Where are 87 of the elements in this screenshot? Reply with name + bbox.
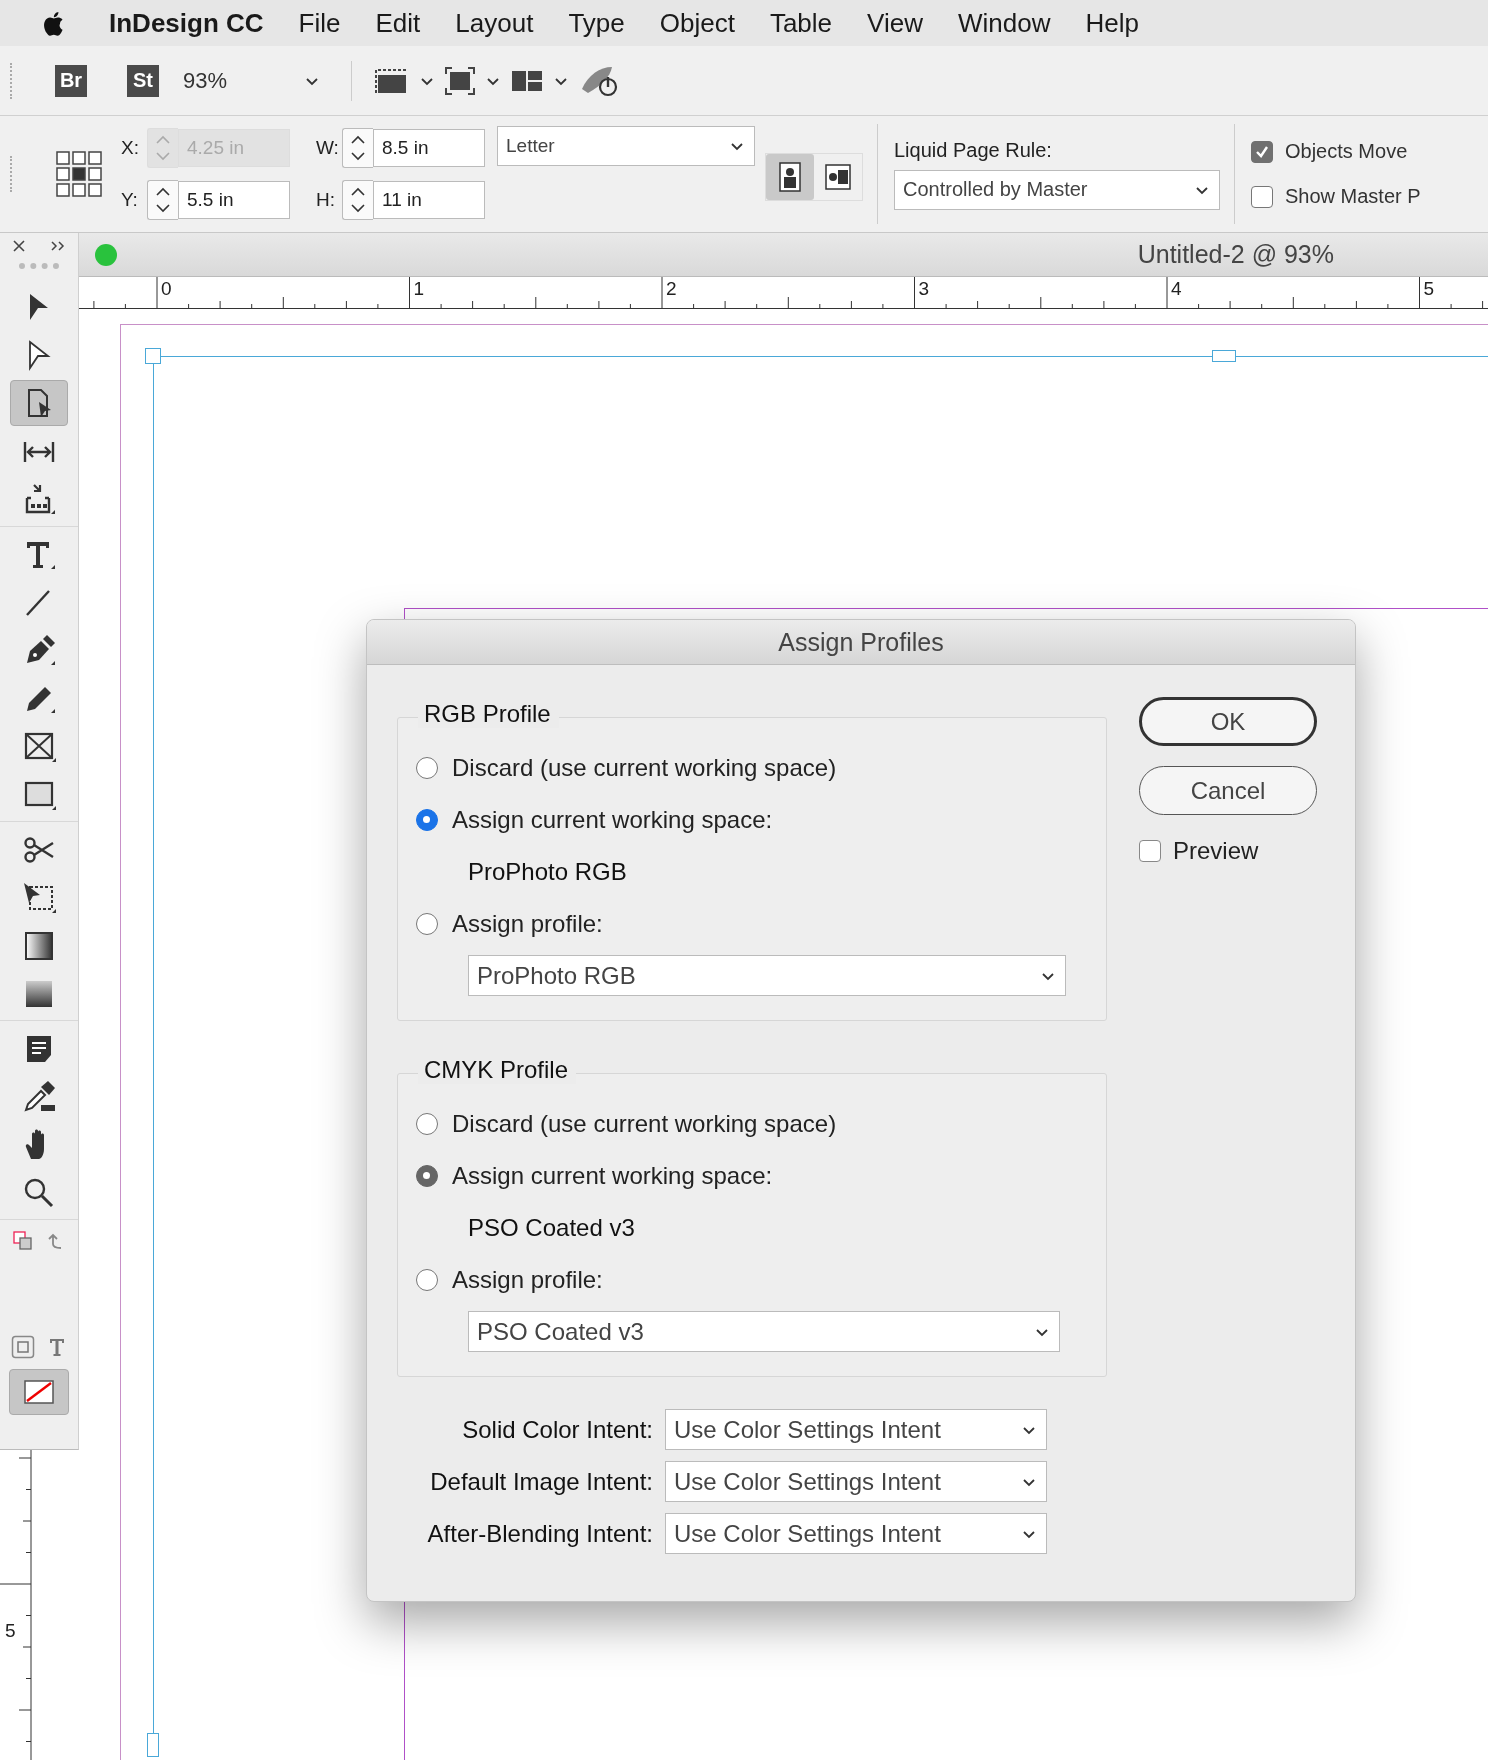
working-space-name: PSO Coated v3 [467, 1213, 636, 1243]
radio-label: Discard (use current working space) [452, 754, 837, 782]
caret-icon [486, 75, 500, 86]
ok-button[interactable]: OK [1139, 697, 1317, 746]
field-label: Y: [121, 189, 139, 211]
menu-item[interactable]: Window [957, 7, 1051, 39]
selection-handle[interactable] [145, 348, 161, 364]
bridge-button[interactable]: Br [55, 64, 87, 97]
menu-item[interactable]: Edit [375, 7, 421, 39]
ruler-number: 0 [161, 278, 172, 300]
close-icon[interactable] [12, 239, 26, 253]
checkbox-label: Show Master P [1285, 185, 1421, 208]
checkbox[interactable] [1251, 185, 1273, 208]
field-label: W: [316, 137, 340, 159]
radio-label: Assign current working space: [452, 1162, 773, 1190]
ruler-number: 5 [5, 1620, 16, 1642]
ruler-number: 5 [1423, 278, 1435, 300]
ruler-number: 2 [666, 278, 677, 300]
caret-icon [1022, 1528, 1036, 1539]
menu-item[interactable]: Layout [455, 7, 534, 39]
radio-button[interactable] [416, 757, 438, 779]
caret-icon [730, 141, 744, 151]
radio-label: Assign current working space: [452, 806, 773, 834]
zoom-dropdown[interactable]: 93% [183, 67, 319, 94]
free-transform-icon[interactable] [21, 880, 57, 914]
caret-icon [1022, 1476, 1036, 1487]
app-menu[interactable]: InDesign CC [109, 7, 264, 39]
input-field[interactable]: 11 in [373, 181, 485, 219]
text-format-icon[interactable] [47, 1336, 67, 1358]
reference-point-icon[interactable] [55, 150, 103, 198]
intent-label: Default Image Intent: [429, 1467, 653, 1496]
radio-label: Assign profile: [452, 910, 603, 938]
default-colors-icon[interactable] [13, 1231, 33, 1251]
radio-button[interactable] [416, 1269, 438, 1291]
intent-label: Solid Color Intent: [461, 1415, 653, 1444]
radio-button[interactable] [416, 1165, 438, 1187]
caret-icon [1195, 184, 1209, 195]
input-field[interactable]: 8.5 in [373, 129, 485, 167]
ruler-number: 1 [413, 278, 425, 300]
radio-button[interactable] [416, 913, 438, 935]
radio-label: Discard (use current working space) [452, 1110, 837, 1138]
expand-icon[interactable] [50, 240, 66, 252]
intent-dropdown[interactable]: Use Color Settings Intent [665, 1409, 1047, 1450]
menu-item[interactable]: Object [659, 7, 735, 39]
caret-icon [420, 75, 434, 86]
checkbox-label: Objects Move [1285, 140, 1408, 163]
liquid-page-rule-label: Liquid Page Rule: [894, 138, 1053, 162]
dialog-title: Assign Profiles [778, 627, 944, 657]
menu-item[interactable]: File [298, 7, 341, 39]
working-space-name: ProPhoto RGB [467, 857, 628, 887]
menu-item[interactable]: Type [568, 7, 625, 39]
cancel-button[interactable]: Cancel [1139, 766, 1317, 815]
input-field[interactable]: 5.5 in [178, 181, 290, 219]
radio-button[interactable] [416, 809, 438, 831]
screen-mode-icon[interactable] [444, 65, 476, 96]
field-label: X: [121, 137, 140, 159]
selection-handle[interactable] [147, 1733, 159, 1757]
caret-icon [1041, 970, 1055, 981]
profile-dropdown[interactable]: ProPhoto RGB [468, 955, 1066, 996]
profile-dropdown[interactable]: PSO Coated v3 [468, 1311, 1060, 1352]
ruler-number: 3 [918, 278, 930, 300]
field-label: H: [316, 189, 336, 211]
caret-icon [305, 75, 319, 86]
menu-item[interactable]: Table [769, 7, 833, 39]
radio-button[interactable] [416, 1113, 438, 1135]
liquid-page-rule-dropdown[interactable]: Controlled by Master [894, 169, 1220, 210]
caret-icon [554, 75, 568, 86]
checkbox[interactable] [1251, 140, 1273, 163]
fill-stroke-swatch[interactable] [9, 1369, 69, 1415]
page-size-dropdown[interactable]: Letter [497, 126, 755, 166]
selection-handle[interactable] [1212, 350, 1236, 362]
radio-label: Assign profile: [452, 1266, 603, 1294]
selected-tool-button[interactable] [10, 380, 68, 426]
caret-icon [1022, 1424, 1036, 1435]
intent-dropdown[interactable]: Use Color Settings Intent [665, 1513, 1047, 1554]
checkbox-label: Preview [1173, 837, 1259, 865]
ruler-number: 4 [1171, 278, 1182, 300]
stock-button[interactable]: St [127, 64, 159, 97]
caret-icon [1035, 1326, 1049, 1337]
document-title: Untitled-2 @ 93% [1137, 240, 1334, 269]
eyedropper-icon[interactable] [21, 1079, 57, 1113]
menu-item[interactable]: Help [1085, 7, 1139, 39]
container-format-icon[interactable] [11, 1335, 35, 1359]
intent-dropdown[interactable]: Use Color Settings Intent [665, 1461, 1047, 1502]
checkbox[interactable] [1139, 840, 1161, 862]
intent-label: After-Blending Intent: [426, 1519, 653, 1548]
menu-item[interactable]: View [867, 7, 923, 39]
